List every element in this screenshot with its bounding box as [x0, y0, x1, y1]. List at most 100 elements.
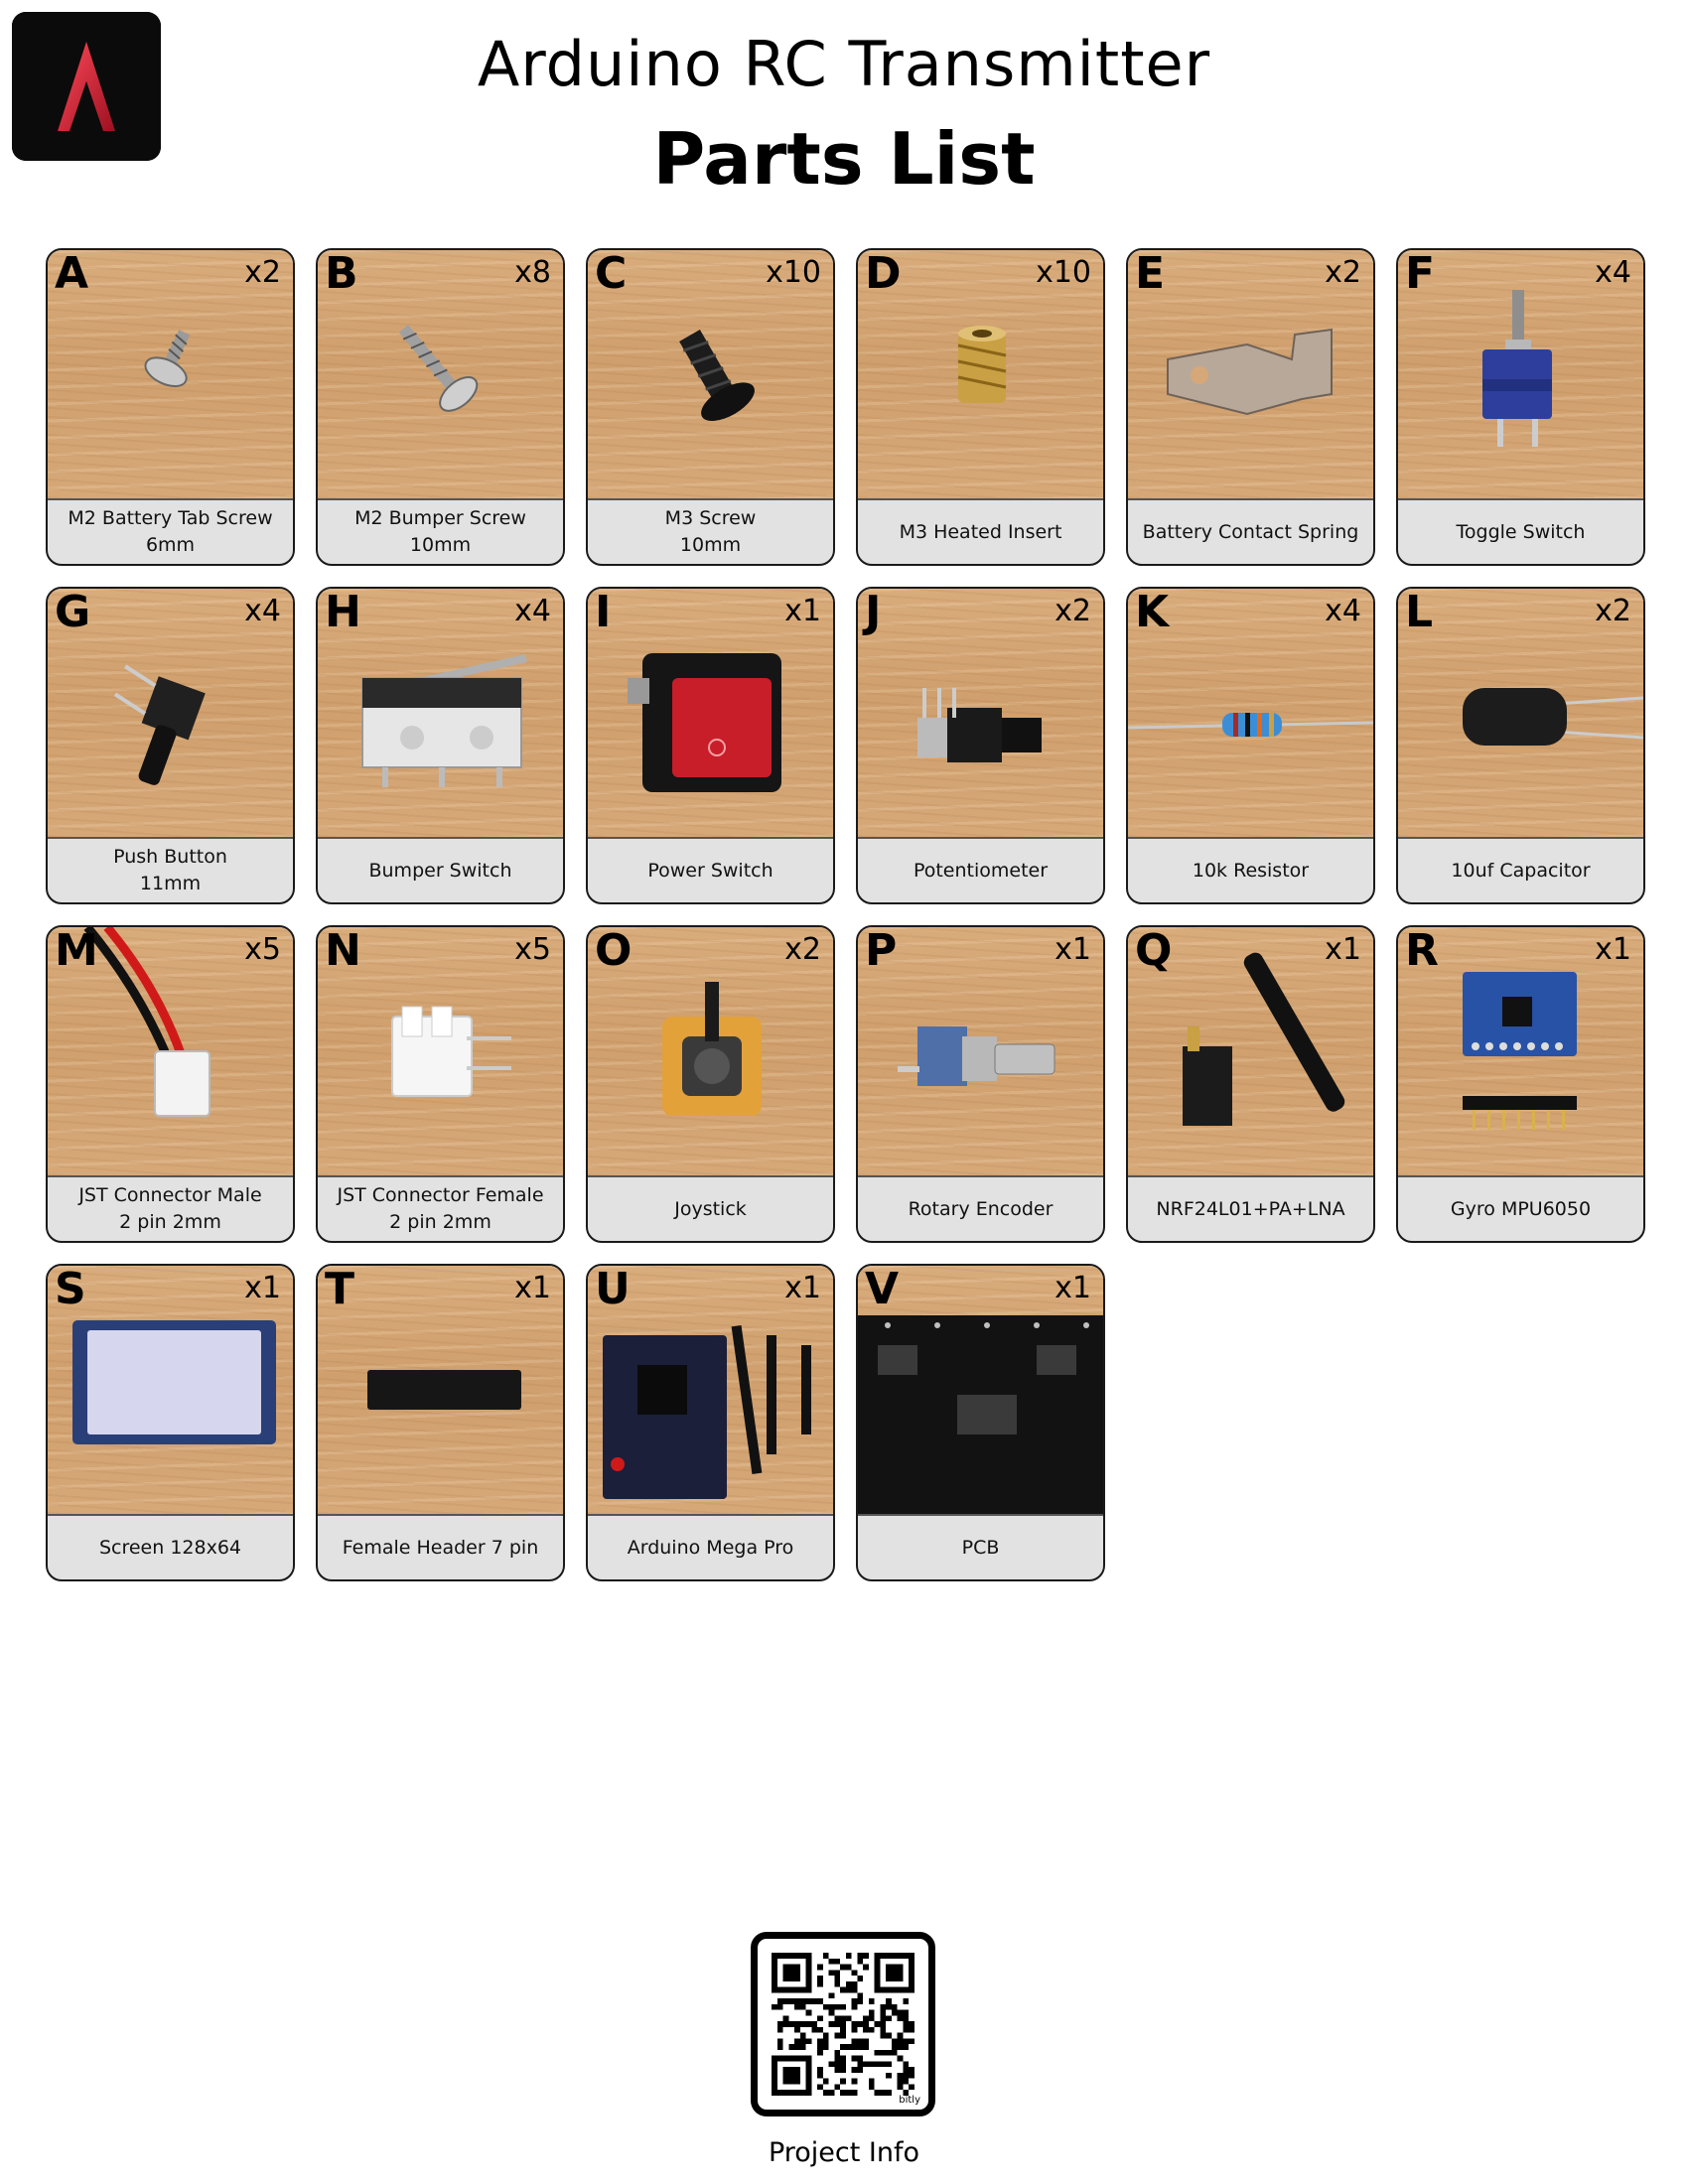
part-name: Toggle Switch [1456, 520, 1586, 543]
part-quantity: x10 [1036, 255, 1091, 290]
part-spec: 10mm [409, 534, 472, 556]
part-quantity: x4 [514, 594, 551, 628]
part-name: JST Connector Female [337, 1184, 544, 1206]
part-quantity: x1 [784, 1271, 821, 1305]
part-name: Push Button [113, 846, 227, 868]
qr-caption: Project Info [768, 2137, 920, 2168]
part-label: M3 Heated Insert [858, 500, 1103, 564]
part-quantity: x1 [244, 1271, 281, 1305]
part-name: M3 Screw [664, 507, 757, 529]
qr-code-icon [772, 1953, 914, 2096]
part-name: Potentiometer [913, 859, 1049, 882]
part-name: Screen 128x64 [98, 1536, 242, 1559]
part-letter: K [1135, 587, 1170, 637]
part-label: 10uf Capacitor [1398, 839, 1643, 902]
part-letter: U [595, 1264, 631, 1314]
part-card-n: N x5 JST Connector Female 2 pin 2mm [316, 925, 565, 1243]
part-label: Rotary Encoder [858, 1177, 1103, 1241]
part-card-k: K x4 10k Resistor [1126, 587, 1375, 904]
part-label: Potentiometer [858, 839, 1103, 902]
part-card-j: J x2 Potentiometer [856, 587, 1105, 904]
part-letter: F [1405, 248, 1436, 299]
part-quantity: x2 [1595, 594, 1631, 628]
part-name: Rotary Encoder [908, 1197, 1054, 1220]
part-name: 10k Resistor [1192, 859, 1310, 882]
part-letter: L [1405, 587, 1434, 637]
part-label: Screen 128x64 [48, 1516, 293, 1579]
part-letter: M [55, 925, 98, 976]
part-letter: V [865, 1264, 900, 1314]
part-name: Power Switch [647, 859, 774, 882]
part-name: JST Connector Male [78, 1184, 262, 1206]
part-label: Gyro MPU6050 [1398, 1177, 1643, 1241]
part-letter: P [865, 925, 898, 976]
part-quantity: x5 [244, 932, 281, 967]
part-letter: D [865, 248, 902, 299]
part-letter: H [325, 587, 361, 637]
part-letter: N [325, 925, 361, 976]
part-quantity: x4 [1595, 255, 1631, 290]
part-card-u: U x1 Arduino Mega Pro [586, 1264, 835, 1581]
part-label: M2 Bumper Screw 10mm [318, 500, 563, 564]
part-quantity: x2 [1325, 255, 1361, 290]
part-quantity: x2 [784, 932, 821, 967]
qr-code[interactable]: bitly [751, 1932, 935, 2116]
part-label: Arduino Mega Pro [588, 1516, 833, 1579]
part-name: M2 Battery Tab Screw [68, 507, 273, 529]
part-card-f: F x4 Toggle Switch [1396, 248, 1645, 566]
part-label: NRF24L01+PA+LNA [1128, 1177, 1373, 1241]
part-card-r: R x1 Gyro MPU6050 [1396, 925, 1645, 1243]
part-card-t: T x1 Female Header 7 pin [316, 1264, 565, 1581]
part-letter: B [325, 248, 358, 299]
part-letter: E [1135, 248, 1166, 299]
part-card-e: E x2 Battery Contact Spring [1126, 248, 1375, 566]
part-quantity: x2 [244, 255, 281, 290]
part-card-q: Q x1 NRF24L01+PA+LNA [1126, 925, 1375, 1243]
part-name: 10uf Capacitor [1451, 859, 1591, 882]
part-quantity: x1 [784, 594, 821, 628]
part-label: 10k Resistor [1128, 839, 1373, 902]
part-letter: G [55, 587, 91, 637]
part-quantity: x1 [1055, 932, 1091, 967]
part-card-b: B x8 M2 Bumper Screw 10mm [316, 248, 565, 566]
part-card-a: A x2 M2 Battery Tab Screw 6mm [46, 248, 295, 566]
part-quantity: x1 [1595, 932, 1631, 967]
part-quantity: x8 [514, 255, 551, 290]
part-name: Bumper Switch [368, 859, 512, 882]
part-spec: 11mm [139, 873, 202, 894]
part-letter: Q [1135, 925, 1173, 976]
part-name: NRF24L01+PA+LNA [1156, 1197, 1345, 1220]
part-label: JST Connector Female 2 pin 2mm [318, 1177, 563, 1241]
part-spec: 2 pin 2mm [119, 1211, 221, 1233]
part-quantity: x5 [514, 932, 551, 967]
part-label: M3 Screw 10mm [588, 500, 833, 564]
part-label: Push Button 11mm [48, 839, 293, 902]
part-name: M2 Bumper Screw [354, 507, 526, 529]
part-name: M3 Heated Insert [899, 520, 1062, 543]
part-card-c: C x10 M3 Screw 10mm [586, 248, 835, 566]
part-card-l: L x2 10uf Capacitor [1396, 587, 1645, 904]
part-letter: C [595, 248, 628, 299]
part-letter: R [1405, 925, 1439, 976]
part-quantity: x1 [1055, 1271, 1091, 1305]
part-name: Gyro MPU6050 [1450, 1197, 1592, 1220]
part-label: Joystick [588, 1177, 833, 1241]
part-name: Female Header 7 pin [342, 1536, 539, 1559]
part-card-v: V x1 PCB [856, 1264, 1105, 1581]
part-letter: O [595, 925, 633, 976]
part-card-h: H x4 Bumper Switch [316, 587, 565, 904]
part-name: Joystick [674, 1197, 747, 1220]
part-label: M2 Battery Tab Screw 6mm [48, 500, 293, 564]
part-card-m: M x5 JST Connector Male 2 pin 2mm [46, 925, 295, 1243]
part-card-g: G x4 Push Button 11mm [46, 587, 295, 904]
part-label: Female Header 7 pin [318, 1516, 563, 1579]
part-label: JST Connector Male 2 pin 2mm [48, 1177, 293, 1241]
part-quantity: x4 [244, 594, 281, 628]
part-quantity: x1 [1325, 932, 1361, 967]
page-title: Arduino RC Transmitter [477, 28, 1211, 100]
part-label: Toggle Switch [1398, 500, 1643, 564]
part-letter: I [595, 587, 612, 637]
part-label: PCB [858, 1516, 1103, 1579]
part-card-p: P x1 Rotary Encoder [856, 925, 1105, 1243]
part-card-d: D x10 M3 Heated Insert [856, 248, 1105, 566]
